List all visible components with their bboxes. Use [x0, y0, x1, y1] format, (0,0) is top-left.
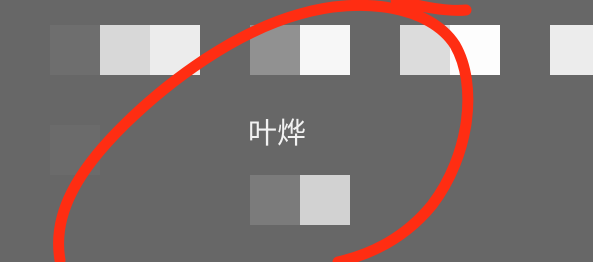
user-name-label[interactable]: 叶烨 [248, 113, 328, 153]
avatar-tile-c1[interactable] [400, 25, 450, 75]
avatar-tile-row2-left[interactable] [50, 125, 100, 175]
screenshot-canvas: 叶烨 [0, 0, 593, 262]
avatar-tile-a2[interactable] [100, 25, 150, 75]
avatar-tile-a1[interactable] [50, 25, 100, 75]
avatar-tile-row3-b2[interactable] [300, 175, 350, 225]
avatar-tile-b2[interactable] [300, 25, 350, 75]
avatar-tile-a3[interactable] [150, 25, 200, 75]
avatar-tile-b1[interactable] [250, 25, 300, 75]
avatar-tile-d1[interactable] [550, 25, 593, 75]
avatar-tile-c2[interactable] [450, 25, 500, 75]
avatar-tile-row3-b1[interactable] [250, 175, 300, 225]
